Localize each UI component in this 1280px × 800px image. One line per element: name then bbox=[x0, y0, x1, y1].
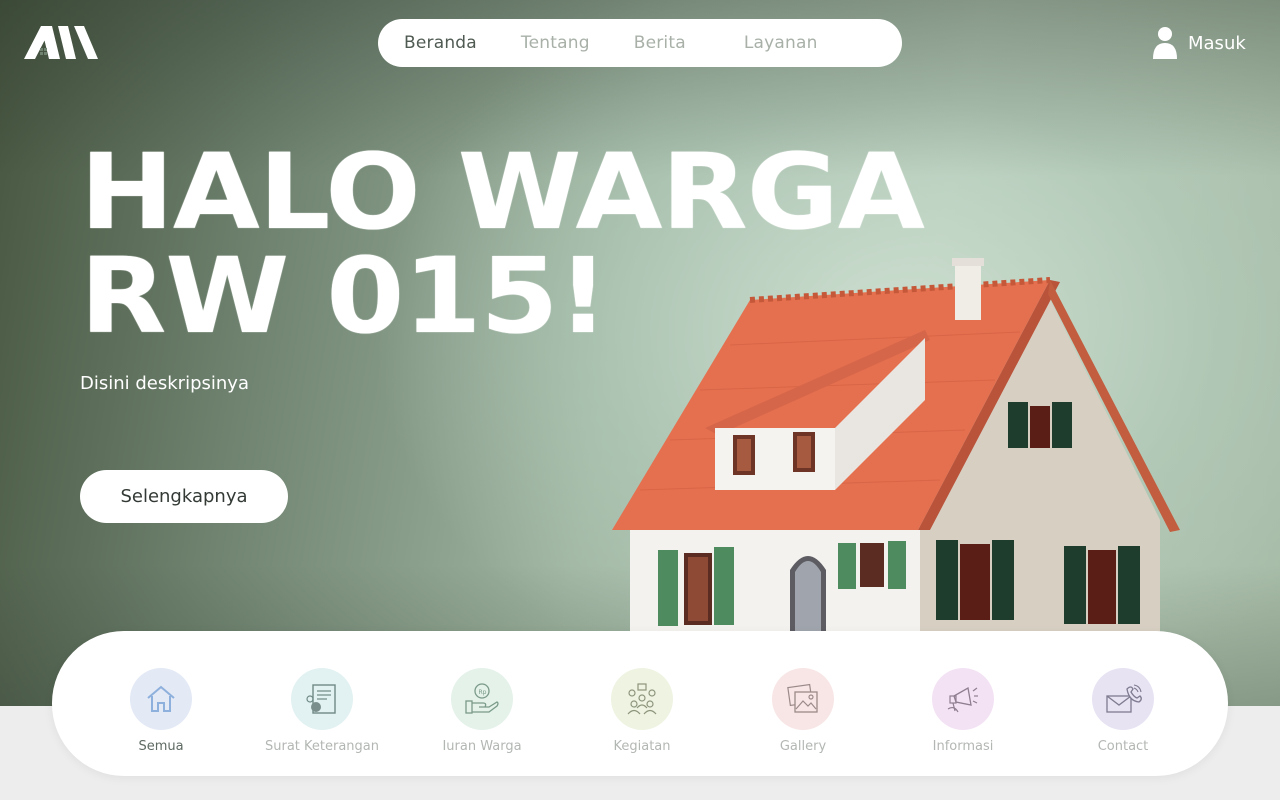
home-icon bbox=[147, 685, 175, 712]
category-label: Iuran Warga bbox=[442, 739, 522, 754]
category-circle bbox=[130, 668, 192, 730]
hero-description: Disini deskripsinya bbox=[80, 373, 249, 394]
nav-item-berita[interactable]: Berita bbox=[634, 33, 686, 53]
gallery-icon bbox=[787, 683, 818, 713]
nav-item-layanan[interactable]: Layanan bbox=[744, 33, 818, 53]
category-label: Semua bbox=[138, 739, 184, 754]
document-icon bbox=[306, 684, 336, 714]
house-image bbox=[612, 258, 1180, 635]
category-label: Surat Keterangan bbox=[264, 739, 379, 754]
nav-item-beranda[interactable]: Beranda bbox=[404, 33, 477, 53]
payment-hand-icon: Rp bbox=[465, 683, 499, 714]
svg-text:Rp: Rp bbox=[479, 689, 487, 696]
category-circle bbox=[1092, 668, 1154, 730]
more-button[interactable]: Selengkapnya bbox=[80, 470, 288, 523]
category-contact[interactable]: Contact bbox=[1053, 668, 1193, 754]
category-kegiatan[interactable]: Kegiatan bbox=[572, 668, 712, 754]
category-iuran-warga[interactable]: Rp Iuran Warga bbox=[412, 668, 552, 754]
community-icon bbox=[627, 683, 657, 715]
top-navigation: Beranda Tentang Berita Layanan bbox=[378, 19, 902, 67]
category-semua[interactable]: Semua bbox=[91, 668, 231, 754]
megaphone-icon bbox=[947, 686, 978, 713]
category-label: Kegiatan bbox=[613, 739, 671, 754]
nav-item-tentang[interactable]: Tentang bbox=[521, 33, 590, 53]
category-circle bbox=[772, 668, 834, 730]
user-icon bbox=[1153, 27, 1177, 59]
category-label: Contact bbox=[1097, 739, 1149, 754]
category-surat-keterangan[interactable]: Surat Keterangan bbox=[252, 668, 392, 754]
category-label: Informasi bbox=[932, 739, 994, 754]
hero-section: Beranda Tentang Berita Layanan Masuk HAL… bbox=[0, 0, 1280, 706]
login-label: Masuk bbox=[1188, 32, 1246, 54]
category-label: Gallery bbox=[779, 739, 827, 754]
category-circle: Rp bbox=[451, 668, 513, 730]
logo-icon[interactable] bbox=[24, 24, 100, 60]
category-informasi[interactable]: Informasi bbox=[893, 668, 1033, 754]
category-circle bbox=[291, 668, 353, 730]
hero-title-line1: HALO WARGA bbox=[80, 131, 925, 253]
category-circle bbox=[611, 668, 673, 730]
category-bar: Semua Surat Keterangan Rp Iuran Warga Ke… bbox=[52, 631, 1228, 776]
login-button[interactable]: Masuk bbox=[1152, 26, 1246, 60]
category-gallery[interactable]: Gallery bbox=[733, 668, 873, 754]
contact-icon bbox=[1106, 684, 1142, 713]
category-circle bbox=[932, 668, 994, 730]
